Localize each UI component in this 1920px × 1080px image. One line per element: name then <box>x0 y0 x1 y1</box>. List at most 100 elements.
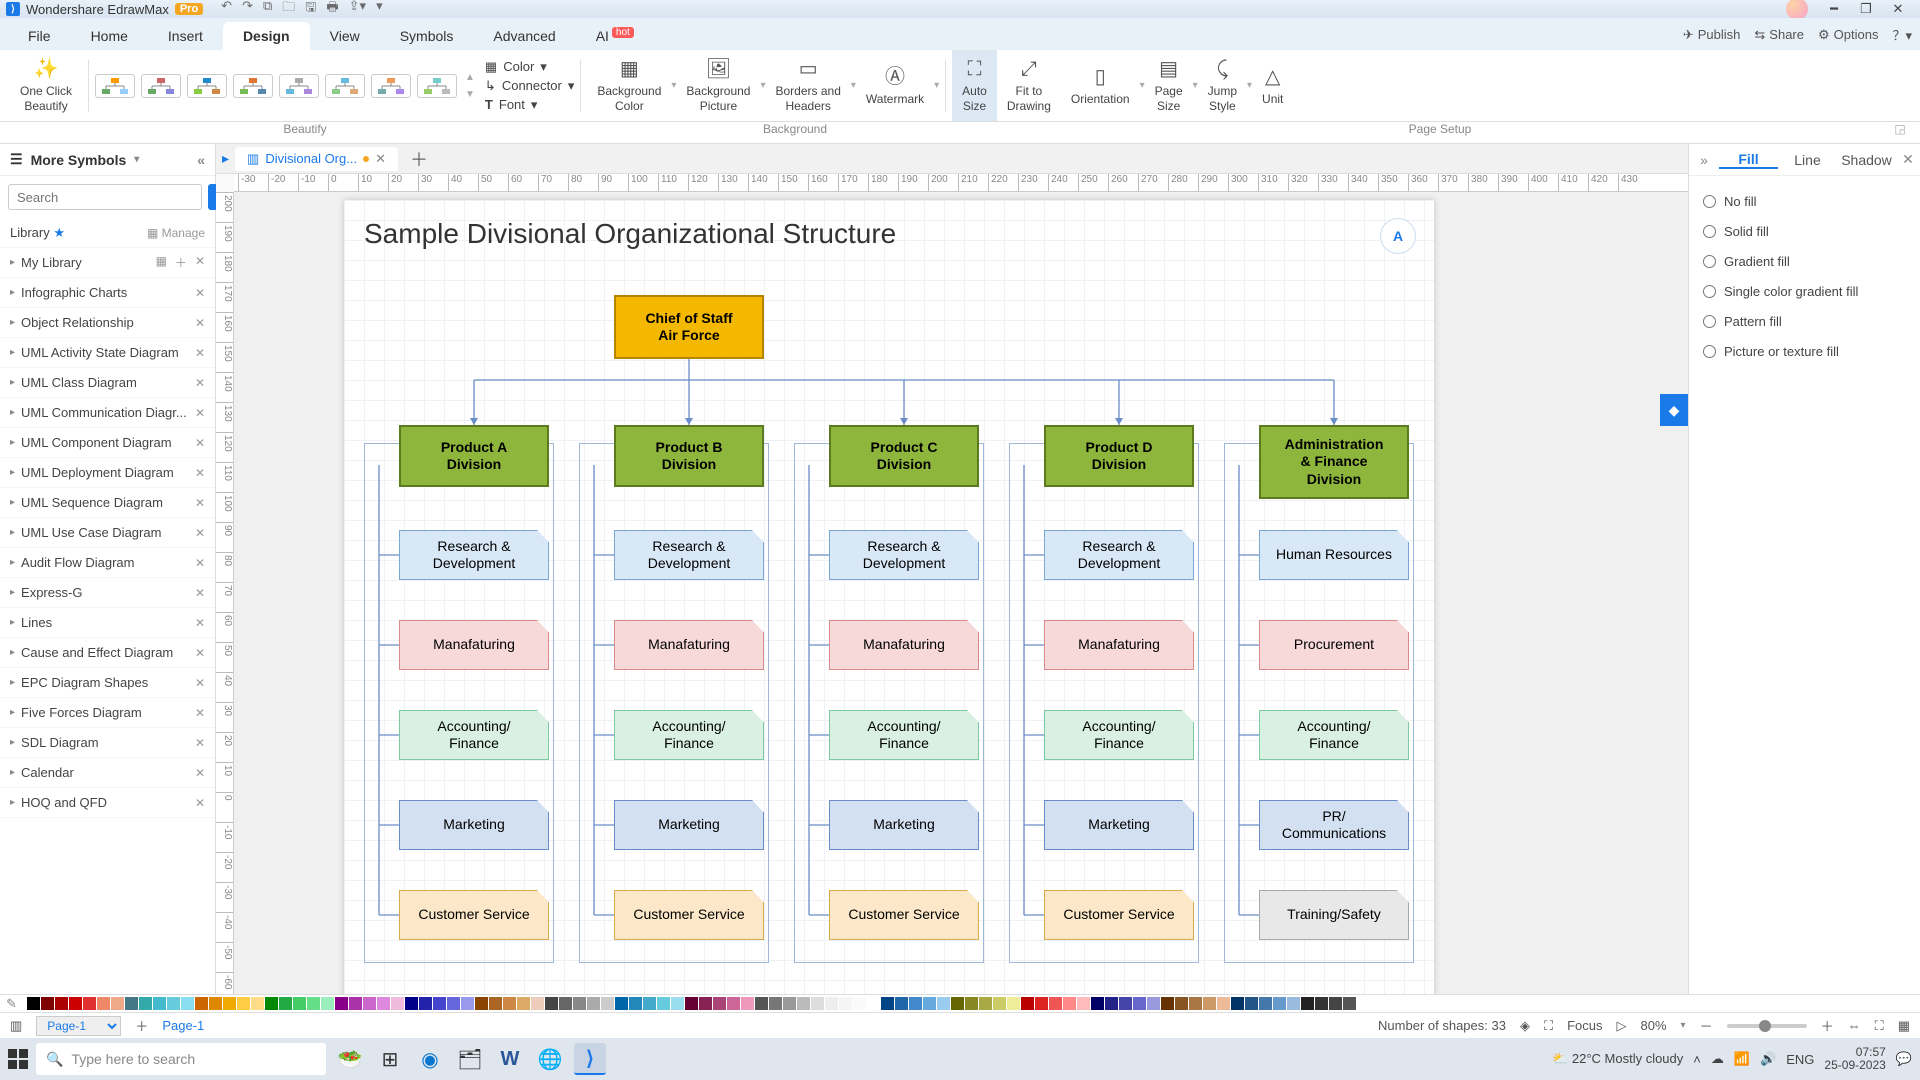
org-node[interactable]: Product A Division <box>399 425 549 487</box>
color-swatch[interactable] <box>419 997 432 1010</box>
color-swatch[interactable] <box>1091 997 1104 1010</box>
color-swatch[interactable] <box>223 997 236 1010</box>
cat-close-icon[interactable]: ✕ <box>195 346 205 360</box>
org-node[interactable]: Research & Development <box>829 530 979 580</box>
color-swatch[interactable] <box>867 997 880 1010</box>
clock[interactable]: 07:5725-09-2023 <box>1824 1046 1885 1072</box>
doc-home-icon[interactable]: ▸ <box>222 150 229 167</box>
category-item[interactable]: UML Communication Diagr... <box>21 405 195 420</box>
org-node[interactable]: Research & Development <box>1044 530 1194 580</box>
color-swatch[interactable] <box>1301 997 1314 1010</box>
color-swatch[interactable] <box>1203 997 1216 1010</box>
color-swatch[interactable] <box>335 997 348 1010</box>
org-node[interactable]: Research & Development <box>399 530 549 580</box>
color-swatch[interactable] <box>265 997 278 1010</box>
color-swatch[interactable] <box>783 997 796 1010</box>
share-button[interactable]: ⇆ Share <box>1754 25 1804 44</box>
color-swatch[interactable] <box>307 997 320 1010</box>
color-swatch[interactable] <box>951 997 964 1010</box>
color-swatch[interactable] <box>1063 997 1076 1010</box>
color-swatch[interactable] <box>349 997 362 1010</box>
color-swatch[interactable] <box>55 997 68 1010</box>
color-swatch[interactable] <box>965 997 978 1010</box>
cat-close-icon[interactable]: ✕ <box>195 706 205 720</box>
color-swatch[interactable] <box>923 997 936 1010</box>
auto-size-button[interactable]: ⛶Auto Size <box>952 50 997 121</box>
color-dropdown[interactable]: ▦ Color ▾ <box>485 59 574 75</box>
theme-gallery[interactable] <box>95 74 465 98</box>
color-swatch[interactable] <box>1049 997 1062 1010</box>
jump-style-button[interactable]: ⤹Jump Style <box>1198 50 1247 121</box>
category-item[interactable]: HOQ and QFD <box>21 795 195 810</box>
background-picture-button[interactable]: 🖼Background Picture <box>676 50 760 121</box>
focus-label[interactable]: Focus <box>1567 1018 1602 1033</box>
color-swatch[interactable] <box>1273 997 1286 1010</box>
org-node[interactable]: Accounting/ Finance <box>1259 710 1409 760</box>
menu-tab-home[interactable]: Home <box>71 22 148 50</box>
category-item[interactable]: Calendar <box>21 765 195 780</box>
color-swatch[interactable] <box>447 997 460 1010</box>
color-swatch[interactable] <box>587 997 600 1010</box>
org-node[interactable]: Marketing <box>614 800 764 850</box>
print-icon[interactable]: 🖶 <box>326 0 338 20</box>
close-tab-icon[interactable]: ✕ <box>375 151 386 167</box>
color-swatch[interactable] <box>1245 997 1258 1010</box>
color-swatch[interactable] <box>937 997 950 1010</box>
org-node[interactable]: Training/Safety <box>1259 890 1409 940</box>
color-swatch[interactable] <box>237 997 250 1010</box>
maximize-button[interactable]: ❐ <box>1850 1 1882 17</box>
expand-panel-icon[interactable]: » <box>1689 152 1719 168</box>
org-node[interactable]: Manafaturing <box>399 620 549 670</box>
color-swatch[interactable] <box>769 997 782 1010</box>
manage-library-button[interactable]: ▦ Manage <box>147 226 205 240</box>
org-node[interactable]: Customer Service <box>399 890 549 940</box>
add-tab-button[interactable]: ＋ <box>404 146 434 172</box>
redo-icon[interactable]: ↷ <box>242 0 253 20</box>
connector-dropdown[interactable]: ↳ Connector ▾ <box>485 78 574 94</box>
notifications-icon[interactable]: 💬 <box>1896 1051 1912 1067</box>
color-swatch[interactable] <box>1343 997 1356 1010</box>
color-swatch[interactable] <box>615 997 628 1010</box>
color-swatch[interactable] <box>1105 997 1118 1010</box>
color-swatch[interactable] <box>41 997 54 1010</box>
help-icon[interactable]: ？▾ <box>1892 25 1912 44</box>
collapse-panel-icon[interactable]: « <box>197 152 205 168</box>
category-item[interactable]: SDL Diagram <box>21 735 195 750</box>
open-icon[interactable]: 🗀 <box>282 0 295 20</box>
color-swatch[interactable] <box>181 997 194 1010</box>
org-node[interactable]: Product C Division <box>829 425 979 487</box>
org-node[interactable]: Marketing <box>829 800 979 850</box>
org-node[interactable]: Procurement <box>1259 620 1409 670</box>
color-swatch[interactable] <box>377 997 390 1010</box>
start-button[interactable] <box>8 1049 28 1069</box>
zoom-slider[interactable] <box>1727 1024 1807 1028</box>
color-swatch[interactable] <box>755 997 768 1010</box>
cat-close-icon[interactable]: ✕ <box>195 676 205 690</box>
org-node[interactable]: Accounting/ Finance <box>614 710 764 760</box>
cat-close-icon[interactable]: ✕ <box>195 496 205 510</box>
cat-close-icon[interactable]: ✕ <box>195 766 205 780</box>
color-swatch[interactable] <box>153 997 166 1010</box>
watermark-button[interactable]: ⒶWatermark <box>856 50 934 121</box>
orientation-button[interactable]: ▯Orientation <box>1061 50 1140 121</box>
org-node[interactable]: Marketing <box>1044 800 1194 850</box>
unit-button[interactable]: △Unit <box>1252 50 1293 121</box>
theme-scroll-down-icon[interactable]: ▼ <box>465 89 475 100</box>
org-node[interactable]: Marketing <box>399 800 549 850</box>
color-swatch[interactable] <box>293 997 306 1010</box>
org-node[interactable]: Accounting/ Finance <box>1044 710 1194 760</box>
layers-icon[interactable]: ◈ <box>1520 1018 1530 1034</box>
category-item[interactable]: EPC Diagram Shapes <box>21 675 195 690</box>
fill-option-4[interactable]: Pattern fill <box>1703 306 1906 336</box>
theme-thumb-0[interactable] <box>95 74 135 98</box>
color-swatch[interactable] <box>657 997 670 1010</box>
category-item[interactable]: Object Relationship <box>21 315 195 330</box>
color-swatch[interactable] <box>461 997 474 1010</box>
menu-tab-design[interactable]: Design <box>223 22 310 50</box>
fullscreen-icon[interactable]: ⛶ <box>1544 1018 1553 1034</box>
canvas[interactable]: Sample Divisional Organizational Structu… <box>234 192 1688 994</box>
color-swatch[interactable] <box>727 997 740 1010</box>
color-swatch[interactable] <box>1259 997 1272 1010</box>
category-item[interactable]: UML Class Diagram <box>21 375 195 390</box>
lib-add-icon[interactable]: ＋ <box>175 254 187 271</box>
